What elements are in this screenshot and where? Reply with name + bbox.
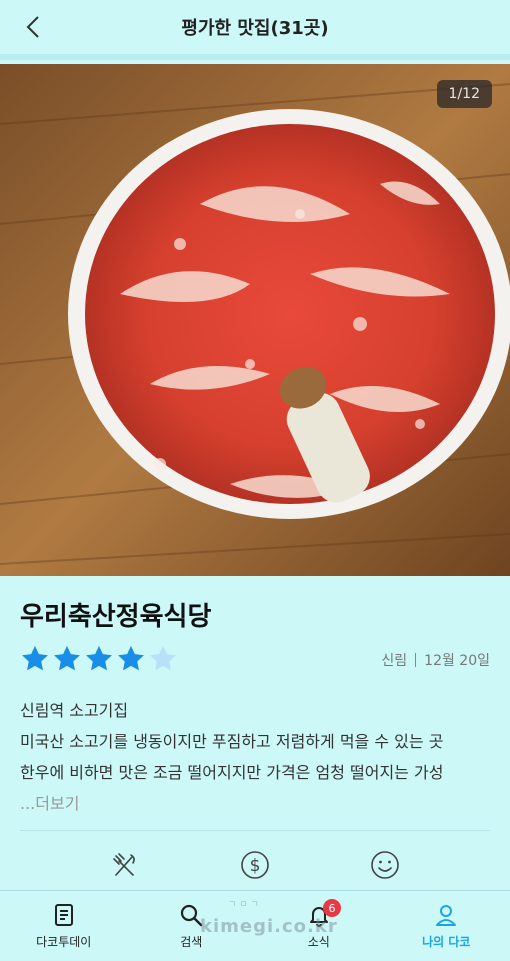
restaurant-name: 우리축산정육식당 (20, 596, 211, 633)
chevron-left-icon (25, 15, 41, 39)
svg-text:$: $ (250, 856, 261, 876)
nav-label: 다코투데이 (36, 933, 91, 950)
nav-dako-today[interactable]: 다코투데이 (0, 891, 128, 961)
watermark: kimegi.co.kr (200, 916, 338, 937)
document-icon (52, 903, 76, 927)
meta-divider (415, 653, 416, 667)
star-empty-icon (148, 644, 178, 674)
star-rating (20, 644, 178, 674)
food-image (0, 64, 510, 576)
star-filled-icon (52, 644, 82, 674)
watermark-mark: ㄱㅁㄱ (228, 897, 262, 910)
fork-knife-icon (111, 851, 139, 879)
description-line: 신림역 소고기집 (20, 695, 490, 726)
nav-label: 나의 다코 (422, 933, 470, 950)
description-line: 미국산 소고기를 냉동이지만 푸짐하고 저렴하게 먹을 수 있는 곳 (20, 726, 490, 757)
smile-icon (370, 850, 400, 880)
star-filled-icon (116, 644, 146, 674)
photo-counter: 1/12 (437, 80, 492, 108)
restaurant-photo[interactable]: 1/12 (0, 64, 510, 576)
back-button[interactable] (18, 12, 48, 42)
nav-my-dako[interactable]: 나의 다코 (383, 891, 510, 961)
dollar-icon: $ (240, 850, 270, 880)
date-label: 12월 20일 (424, 650, 490, 670)
location-label: 신림 (381, 650, 407, 670)
more-link[interactable]: ...더보기 (20, 788, 490, 819)
divider (20, 830, 490, 831)
top-bar: 평가한 맛집(31곳) (0, 0, 510, 60)
food-rating-button[interactable] (105, 845, 145, 885)
page-title: 평가한 맛집(31곳) (181, 14, 328, 40)
action-row: $ (0, 845, 510, 885)
service-rating-button[interactable] (365, 845, 405, 885)
star-filled-icon (20, 644, 50, 674)
notification-badge: 6 (323, 899, 341, 917)
user-icon (434, 903, 458, 927)
nav-label: 검색 (180, 933, 202, 950)
star-filled-icon (84, 644, 114, 674)
meta-info: 신림 12월 20일 (381, 650, 490, 670)
description-line: 한우에 비하면 맛은 조금 떨어지지만 가격은 엄청 떨어지는 가성 (20, 757, 490, 788)
price-rating-button[interactable]: $ (235, 845, 275, 885)
description: 신림역 소고기집 미국산 소고기를 냉동이지만 푸짐하고 저렴하게 먹을 수 있… (20, 695, 490, 819)
